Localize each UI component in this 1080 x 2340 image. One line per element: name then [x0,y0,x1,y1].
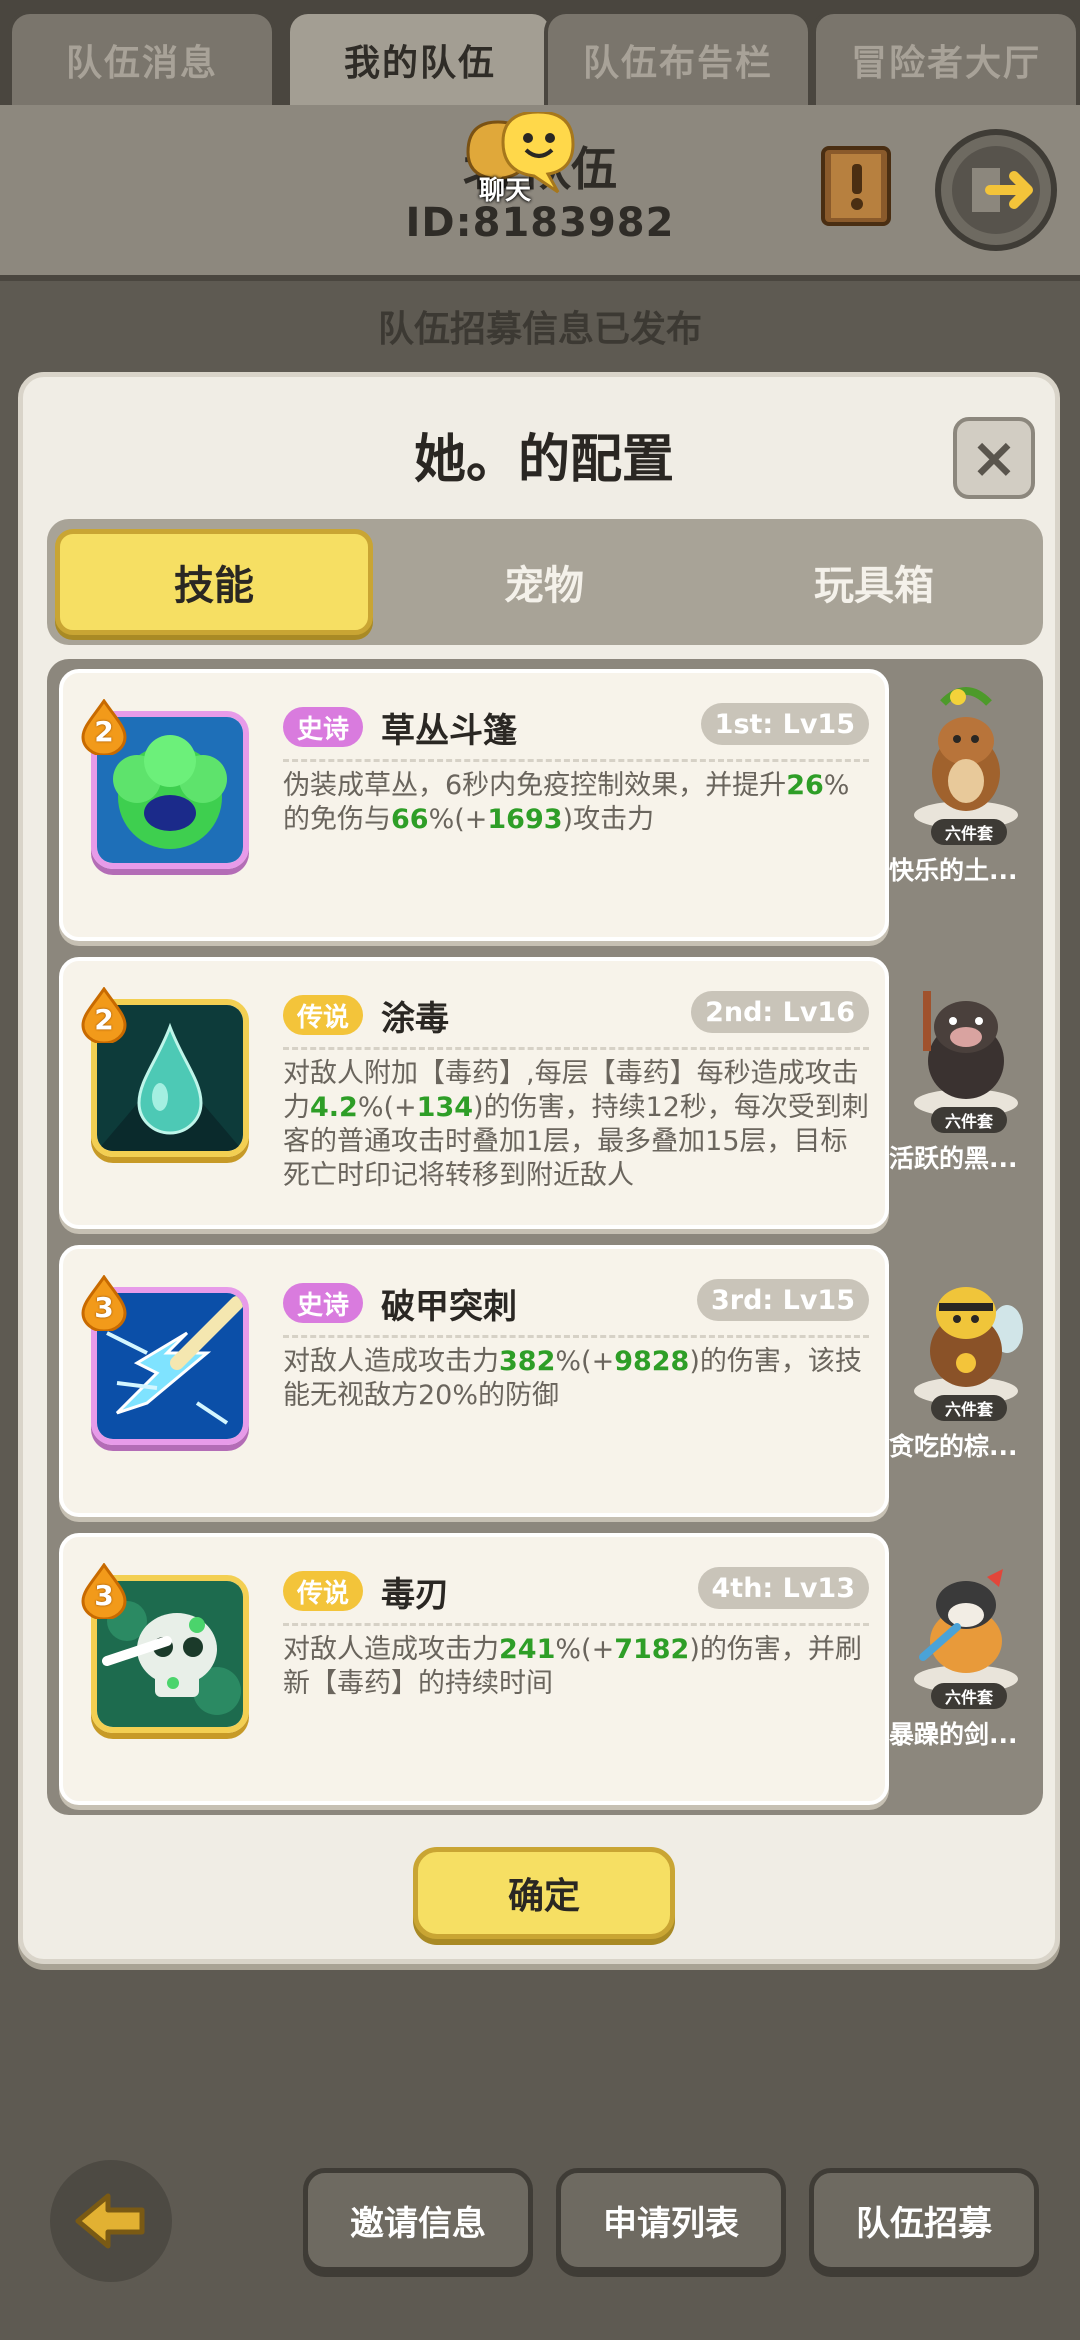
skill-level: 3 [94,1579,114,1612]
skill-slot-tag: 4th: Lv13 [697,1567,869,1609]
skill-card[interactable]: 3 传说 毒刃 4th: Lv13 对敌人造成攻击力241%(+7182)的伤害… [59,1533,889,1805]
highlight-value: 26 [786,770,824,801]
skill-slot-tag: 1st: Lv15 [700,703,869,745]
skill-slot-tag: 3rd: Lv15 [696,1279,869,1321]
notice-scroll-icon[interactable] [815,140,897,232]
boar-pet-icon [914,991,1018,1117]
skill-description: 伪装成草丛，6秒内免疫控制效果，并提升26%的免伤与66%(+1693)攻击力 [283,769,873,837]
skill-name: 涂毒 [381,999,449,1039]
modal-title: 她。的配置 [413,430,674,490]
back-button[interactable] [50,2160,172,2282]
recruit-status-text: 队伍招募信息已发布 [377,309,702,350]
rarity-badge: 传说 [283,995,364,1035]
pet-slot[interactable]: 六件套 活跃的黑... [889,957,1035,1229]
pet-slot[interactable]: 六件套 贪吃的棕... [889,1245,1035,1517]
apply-list-button[interactable]: 申请列表 [556,2168,786,2272]
desc-text: 对敌人造成攻击力 [283,1634,499,1665]
config-modal: 她。的配置 × 技能 宠物 玩具箱 2 史诗 草丛斗篷 1st: Lv15 伪装… [18,372,1060,1964]
top-tab-bar: 队伍消息 我的队伍 队伍布告栏 冒险者大厅 [0,0,1080,105]
tab-adventurer-hall[interactable]: 冒险者大厅 [812,10,1080,105]
divider [283,1335,869,1338]
skill-card[interactable]: 2 史诗 草丛斗篷 1st: Lv15 伪装成草丛，6秒内免疫控制效果，并提升2… [59,669,889,941]
highlight-value: 1693 [487,804,563,835]
divider [283,759,869,762]
close-icon: × [970,425,1018,491]
skill-level: 3 [94,1291,114,1324]
team-id: ID:8183982 [405,200,675,246]
rarity-badge: 传说 [283,1571,364,1611]
desc-text: %(+ [428,804,488,835]
bee-bear-pet-icon [914,1287,1023,1405]
highlight-value: 241 [499,1634,556,1665]
squirrel-pet-icon [914,687,1018,829]
divider [283,1047,869,1050]
skill-slot-tag: 2nd: Lv16 [691,991,869,1033]
skill-description: 对敌人造成攻击力382%(+9828)的伤害，该技能无视敌方20%的防御 [283,1345,873,1413]
config-tab-bar: 技能 宠物 玩具箱 [47,519,1043,645]
cat-swordsman-pet-icon [914,1569,1018,1693]
tab-pets[interactable]: 宠物 [385,529,703,635]
pet-name: 快乐的土... [889,856,1018,885]
close-button[interactable]: × [953,417,1035,499]
desc-text: )攻击力 [562,804,655,835]
desc-text: 伪装成草丛，6秒内免疫控制效果，并提升 [283,770,787,801]
pet-name: 暴躁的剑... [889,1720,1018,1749]
rarity-badge: 史诗 [283,707,364,747]
back-arrow-icon [75,2193,145,2249]
six-set-badge: 六件套 [931,1107,1007,1133]
skill-description: 对敌人附加【毒药】,每层【毒药】每秒造成攻击力4.2%(+134)的伤害，持续1… [283,1057,873,1193]
skill-level: 2 [94,1003,114,1036]
chat-label[interactable]: 聊天 [470,170,540,207]
pet-name: 活跃的黑... [889,1144,1018,1173]
skill-list: 2 史诗 草丛斗篷 1st: Lv15 伪装成草丛，6秒内免疫控制效果，并提升2… [47,659,1043,1815]
desc-text: %(+ [555,1346,615,1377]
tab-team-board[interactable]: 队伍布告栏 [544,10,812,105]
divider [283,1623,869,1626]
six-set-badge: 六件套 [931,1395,1007,1421]
pet-slot[interactable]: 六件套 快乐的土... [889,669,1035,941]
skill-name: 破甲突刺 [381,1287,517,1327]
skill-name: 草丛斗篷 [381,711,517,751]
rarity-badge: 史诗 [283,1283,364,1323]
highlight-value: 134 [416,1092,474,1123]
desc-text: %(+ [555,1634,615,1665]
tab-my-team[interactable]: 我的队伍 [286,10,554,105]
six-set-badge: 六件套 [931,1683,1007,1709]
skill-description: 对敌人造成攻击力241%(+7182)的伤害，并刷新【毒药】的持续时间 [283,1633,873,1701]
tab-toy-box[interactable]: 玩具箱 [715,529,1033,635]
confirm-button[interactable]: 确定 [413,1847,675,1939]
highlight-value: 9828 [614,1346,690,1377]
invite-info-button[interactable]: 邀请信息 [303,2168,533,2272]
skill-level: 2 [94,715,114,748]
tab-team-messages[interactable]: 队伍消息 [8,10,276,105]
skill-card[interactable]: 2 传说 涂毒 2nd: Lv16 对敌人附加【毒药】,每层【毒药】每秒造成攻击… [59,957,889,1229]
highlight-value: 7182 [614,1634,690,1665]
pet-slot[interactable]: 六件套 暴躁的剑... [889,1533,1035,1805]
highlight-value: 382 [499,1346,556,1377]
highlight-value: 66 [391,804,429,835]
skill-name: 毒刃 [381,1575,449,1615]
pet-name: 贪吃的棕... [889,1432,1018,1461]
six-set-badge: 六件套 [931,819,1007,845]
skill-card[interactable]: 3 史诗 破甲突刺 3rd: Lv15 对敌人造成攻击力382%(+9828)的… [59,1245,889,1517]
highlight-value: 4.2 [310,1092,358,1123]
desc-text: %(+ [357,1092,417,1123]
desc-text: 对敌人造成攻击力 [283,1346,499,1377]
tab-skills[interactable]: 技能 [55,529,373,635]
team-recruit-button[interactable]: 队伍招募 [809,2168,1039,2272]
exit-team-icon[interactable] [934,128,1058,252]
